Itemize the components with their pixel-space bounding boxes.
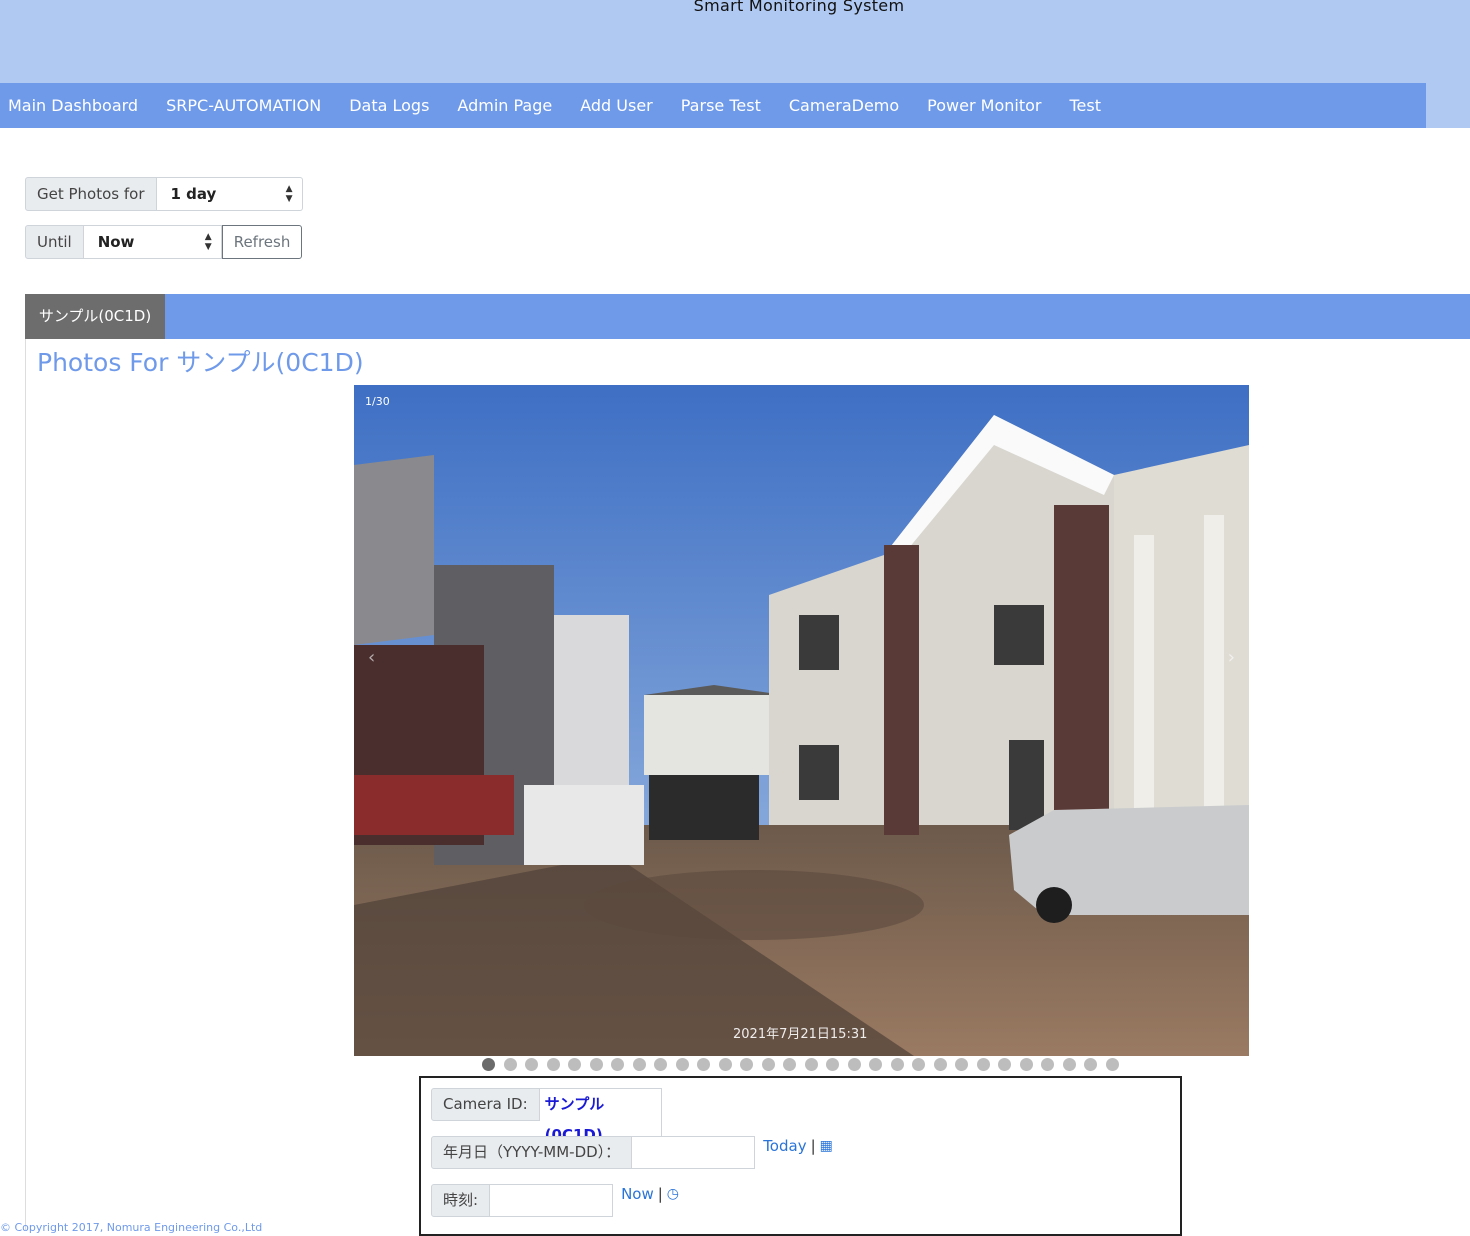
carousel-dot[interactable] xyxy=(503,1058,517,1071)
nav-parse-test[interactable]: Parse Test xyxy=(667,83,775,128)
separator: | xyxy=(657,1185,663,1203)
until-select-value: Now xyxy=(97,233,135,251)
carousel-dot[interactable] xyxy=(611,1058,624,1071)
carousel-dot[interactable] xyxy=(654,1058,667,1071)
time-row: 時刻: Now | ◷ xyxy=(431,1184,679,1217)
select-arrows-icon: ▲ ▼ xyxy=(285,184,293,204)
select-arrows-icon: ▲ ▼ xyxy=(204,232,212,252)
clock-icon[interactable]: ◷ xyxy=(667,1184,679,1204)
main-navbar: Main Dashboard SRPC-AUTOMATION Data Logs… xyxy=(0,83,1426,128)
panel-left-border xyxy=(25,339,26,1230)
carousel-dot[interactable] xyxy=(568,1058,581,1071)
period-label: Get Photos for xyxy=(25,177,157,211)
date-row: 年月日（YYYY-MM-DD）： Today | ▦ xyxy=(431,1136,833,1169)
carousel-dot[interactable] xyxy=(1105,1058,1119,1071)
camera-tab-bar: サンプル(0C1D) xyxy=(25,294,1470,339)
nav-data-logs[interactable]: Data Logs xyxy=(335,83,443,128)
carousel-dot[interactable] xyxy=(955,1058,968,1071)
carousel-dot[interactable] xyxy=(783,1058,796,1071)
camera-id-label: Camera ID: xyxy=(431,1088,540,1121)
calendar-icon[interactable]: ▦ xyxy=(820,1136,833,1156)
footer-copyright: © Copyright 2017, Nomura Engineering Co.… xyxy=(0,1221,263,1234)
carousel-dot[interactable] xyxy=(632,1058,646,1071)
time-input[interactable] xyxy=(490,1184,614,1217)
carousel-dot[interactable] xyxy=(1019,1058,1033,1071)
carousel-dot[interactable] xyxy=(826,1058,839,1071)
carousel-dot[interactable] xyxy=(847,1058,861,1071)
nav-add-user[interactable]: Add User xyxy=(566,83,667,128)
carousel-dot[interactable] xyxy=(869,1058,882,1071)
carousel-dot[interactable] xyxy=(890,1058,904,1071)
until-control: Until Now ▲ ▼ Refresh xyxy=(25,225,303,259)
carousel-dot[interactable] xyxy=(912,1058,925,1071)
photos-title: Photos For サンプル(0C1D) xyxy=(37,348,364,377)
carousel-dot[interactable] xyxy=(1041,1058,1054,1071)
carousel-dot[interactable] xyxy=(1062,1058,1076,1071)
site-title: Smart Monitoring System xyxy=(693,0,905,15)
nav-power-monitor[interactable]: Power Monitor xyxy=(913,83,1055,128)
until-select[interactable]: Now ▲ ▼ xyxy=(83,225,222,259)
carousel-dot[interactable] xyxy=(697,1058,710,1071)
until-label: Until xyxy=(25,225,84,259)
today-link[interactable]: Today xyxy=(763,1136,806,1156)
period-control: Get Photos for 1 day ▲ ▼ xyxy=(25,177,303,211)
date-input[interactable] xyxy=(632,1136,756,1169)
photo-timestamp: 2021年7月21日15:31 xyxy=(733,1027,868,1042)
header-band: Smart Monitoring System Main Dashboard S… xyxy=(0,0,1470,128)
nav-camera-demo[interactable]: CameraDemo xyxy=(775,83,913,128)
carousel-dot[interactable] xyxy=(589,1058,603,1071)
carousel-dot[interactable] xyxy=(1084,1058,1097,1071)
carousel-dot[interactable] xyxy=(804,1058,818,1071)
carousel-dot[interactable] xyxy=(976,1058,990,1071)
carousel-dot[interactable] xyxy=(546,1058,560,1071)
separator: | xyxy=(810,1137,816,1155)
slide-counter: 1/30 xyxy=(365,395,390,408)
tab-camera-sample[interactable]: サンプル(0C1D) xyxy=(25,294,165,339)
date-label: 年月日（YYYY-MM-DD）： xyxy=(431,1136,633,1169)
carousel-dot[interactable] xyxy=(740,1058,753,1071)
camera-photo-image xyxy=(354,385,1249,1056)
nav-srpc-automation[interactable]: SRPC-AUTOMATION xyxy=(152,83,335,128)
camera-query-form: Camera ID: サンプル(0C1D) ⌄ 年月日（YYYY-MM-DD）：… xyxy=(419,1076,1182,1236)
refresh-button[interactable]: Refresh xyxy=(221,225,303,259)
period-select-value: 1 day xyxy=(170,185,217,203)
period-select[interactable]: 1 day ▲ ▼ xyxy=(156,177,303,211)
carousel-indicators xyxy=(482,1058,1119,1072)
camera-photo: 1/30 2021年7月21日15:31 ‹ › xyxy=(354,385,1249,1056)
time-label: 時刻: xyxy=(431,1184,491,1217)
nav-admin-page[interactable]: Admin Page xyxy=(443,83,566,128)
carousel-dot[interactable] xyxy=(675,1058,689,1071)
now-link[interactable]: Now xyxy=(621,1184,654,1204)
carousel-dot[interactable] xyxy=(718,1058,732,1071)
carousel-dot[interactable] xyxy=(761,1058,775,1071)
carousel-dot[interactable] xyxy=(998,1058,1011,1071)
nav-main-dashboard[interactable]: Main Dashboard xyxy=(0,83,152,128)
next-photo-icon[interactable]: › xyxy=(1228,647,1235,668)
carousel-dot[interactable] xyxy=(482,1058,495,1071)
carousel-dot[interactable] xyxy=(525,1058,538,1071)
carousel-dot[interactable] xyxy=(933,1058,947,1071)
nav-test[interactable]: Test xyxy=(1055,83,1115,128)
prev-photo-icon[interactable]: ‹ xyxy=(368,647,375,668)
